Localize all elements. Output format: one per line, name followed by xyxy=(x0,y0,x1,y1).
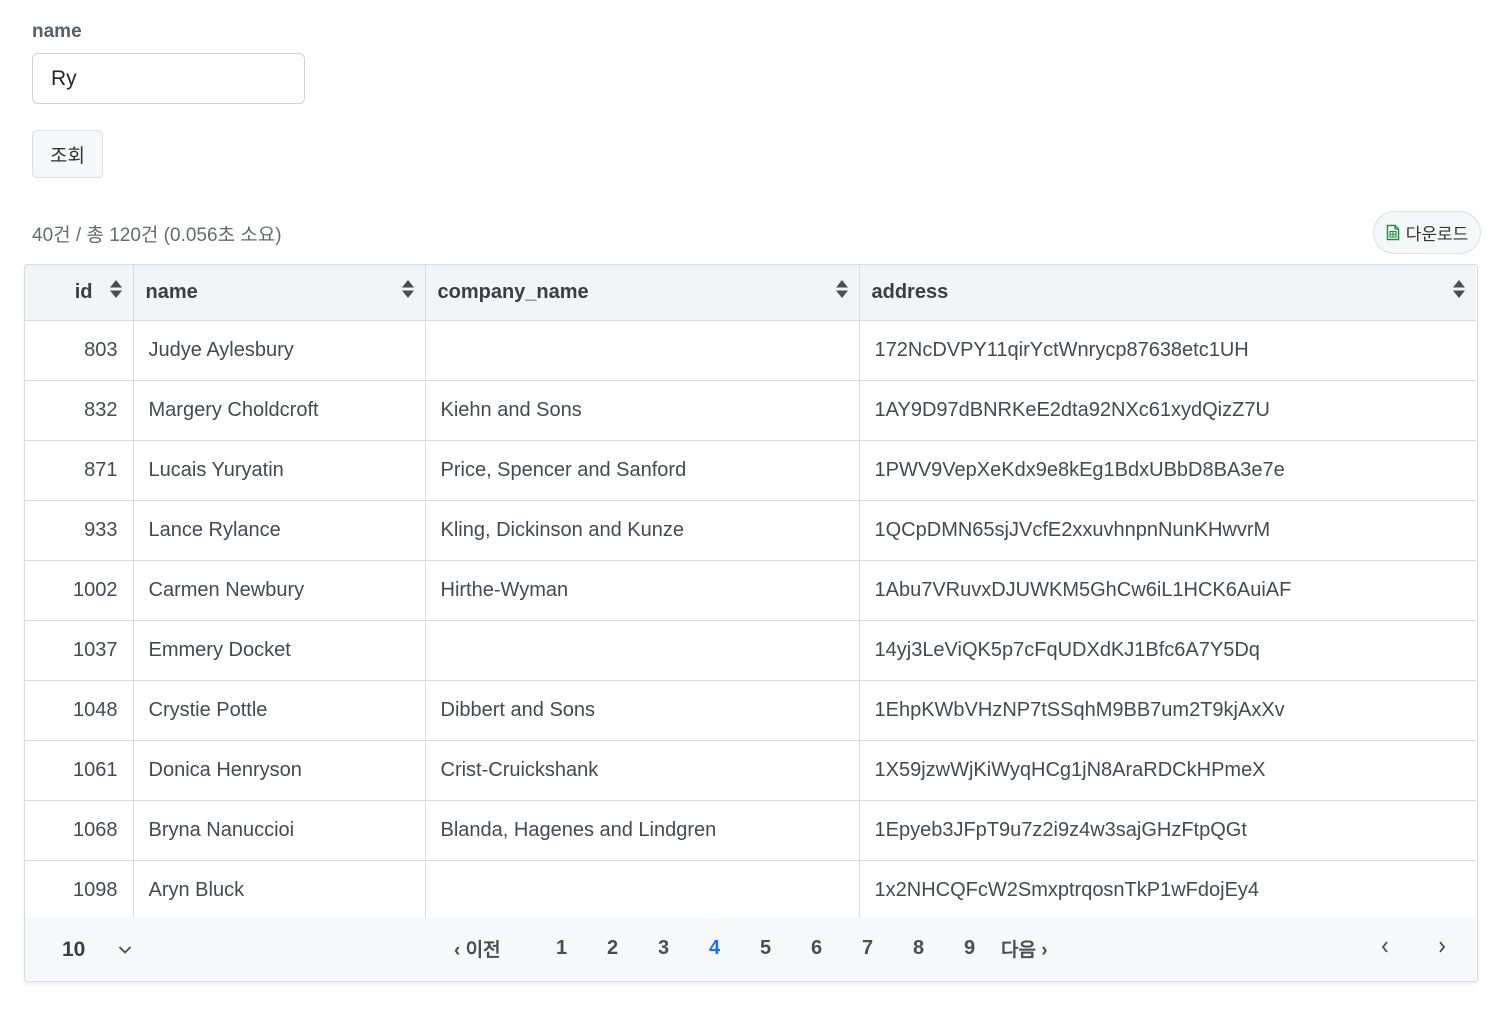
chevron-right-icon[interactable] xyxy=(1437,939,1447,960)
cell-name: Lance Rylance xyxy=(133,500,426,561)
sort-icon[interactable] xyxy=(401,279,415,305)
cell-company-name xyxy=(425,860,860,921)
page-button[interactable]: 5 xyxy=(740,937,791,960)
page-button[interactable]: 8 xyxy=(893,937,944,960)
page-button[interactable]: 7 xyxy=(842,937,893,960)
table-row[interactable]: 1098 Aryn Bluck 1x2NHCQFcW2SmxptrqosnTkP… xyxy=(25,860,1476,921)
cell-id: 1068 xyxy=(25,800,134,861)
table-row[interactable]: 1002 Carmen Newbury Hirthe-Wyman 1Abu7VR… xyxy=(25,560,1476,621)
sort-icon[interactable] xyxy=(1452,279,1466,305)
cell-company-name: Price, Spencer and Sanford xyxy=(425,440,860,501)
page-button-current[interactable]: 4 xyxy=(689,937,740,960)
cell-address: 1QCpDMN65sjJVcfE2xxuvhnpnNunKHwvrM xyxy=(859,500,1476,561)
pagination: ‹ 이전 1 2 3 4 5 6 7 8 9 다음 › xyxy=(452,935,1059,962)
sort-icon[interactable] xyxy=(835,279,849,305)
cell-name: Donica Henryson xyxy=(133,740,426,801)
cell-company-name: Kling, Dickinson and Kunze xyxy=(425,500,860,561)
name-filter-label: name xyxy=(32,21,82,42)
column-header-id[interactable]: id xyxy=(25,265,134,321)
sort-icon[interactable] xyxy=(109,279,123,305)
cell-company-name: Hirthe-Wyman xyxy=(425,560,860,621)
table-row[interactable]: 1037 Emmery Docket 14yj3LeViQK5p7cFqUDXd… xyxy=(25,620,1476,681)
data-grid: id name company_name address 803 Judye A… xyxy=(24,264,1478,982)
cell-address: 172NcDVPY11qirYctWnrycp87638etc1UH xyxy=(859,320,1476,381)
table-row[interactable]: 871 Lucais Yuryatin Price, Spencer and S… xyxy=(25,440,1476,501)
cell-company-name: Kiehn and Sons xyxy=(425,380,860,441)
cell-address: 1x2NHCQFcW2SmxptrqosnTkP1wFdojEy4 xyxy=(859,860,1476,921)
download-button-label: 다운로드 xyxy=(1405,225,1469,244)
cell-name: Aryn Bluck xyxy=(133,860,426,921)
table-row[interactable]: 803 Judye Aylesbury 172NcDVPY11qirYctWnr… xyxy=(25,320,1476,381)
cell-id: 1048 xyxy=(25,680,134,741)
cell-name: Judye Aylesbury xyxy=(133,320,426,381)
cell-address: 1X59jzwWjKiWyqHCg1jN8AraRDCkHPmeX xyxy=(859,740,1476,801)
cell-name: Crystie Pottle xyxy=(133,680,426,741)
cell-id: 1061 xyxy=(25,740,134,801)
page-button[interactable]: 1 xyxy=(536,937,587,960)
cell-name: Emmery Docket xyxy=(133,620,426,681)
cell-address: 1Epyeb3JFpT9u7z2i9z4w3sajGHzFtpQGt xyxy=(859,800,1476,861)
cell-id: 803 xyxy=(25,320,134,381)
cell-address: 1AY9D97dBNRKeE2dta92NXc61xydQizZ7U xyxy=(859,380,1476,441)
cell-address: 14yj3LeViQK5p7cFqUDXdKJ1Bfc6A7Y5Dq xyxy=(859,620,1476,681)
cell-id: 1002 xyxy=(25,560,134,621)
table-row[interactable]: 1068 Bryna Nanuccioi Blanda, Hagenes and… xyxy=(25,800,1476,861)
column-header-company-name[interactable]: company_name xyxy=(425,265,860,321)
page-button[interactable]: 3 xyxy=(638,937,689,960)
chevron-left-icon[interactable] xyxy=(1380,939,1390,960)
table-row[interactable]: 1061 Donica Henryson Crist-Cruickshank 1… xyxy=(25,740,1476,801)
cell-id: 832 xyxy=(25,380,134,441)
prev-page-button[interactable]: ‹ 이전 xyxy=(452,935,536,962)
chevron-down-icon[interactable] xyxy=(118,942,132,960)
page-button[interactable]: 2 xyxy=(587,937,638,960)
cell-company-name: Dibbert and Sons xyxy=(425,680,860,741)
cell-id: 1037 xyxy=(25,620,134,681)
cell-address: 1Abu7VRuvxDJUWKM5GhCw6iL1HCK6AuiAF xyxy=(859,560,1476,621)
name-filter-input[interactable] xyxy=(32,53,305,104)
spreadsheet-file-icon xyxy=(1386,224,1400,241)
cell-company-name: Blanda, Hagenes and Lindgren xyxy=(425,800,860,861)
page-button[interactable]: 9 xyxy=(944,937,995,960)
page-size-select[interactable]: 10 xyxy=(62,938,85,962)
cell-company-name: Crist-Cruickshank xyxy=(425,740,860,801)
download-button[interactable]: 다운로드 xyxy=(1373,211,1481,254)
table-row[interactable]: 1048 Crystie Pottle Dibbert and Sons 1Eh… xyxy=(25,680,1476,741)
cell-name: Margery Choldcroft xyxy=(133,380,426,441)
search-button[interactable]: 조회 xyxy=(32,130,103,178)
cell-name: Bryna Nanuccioi xyxy=(133,800,426,861)
column-header-address[interactable]: address xyxy=(859,265,1476,321)
table-header-row: id name company_name address xyxy=(25,265,1476,321)
cell-name: Lucais Yuryatin xyxy=(133,440,426,501)
next-page-button[interactable]: 다음 › xyxy=(995,935,1059,962)
column-header-name[interactable]: name xyxy=(133,265,426,321)
results-table: id name company_name address 803 Judye A… xyxy=(25,265,1476,921)
result-count-text: 40건 / 총 120건 (0.056초 소요) xyxy=(32,225,282,246)
pagination-bar: 10 ‹ 이전 1 2 3 4 5 6 7 8 9 다음 › xyxy=(25,918,1476,980)
cell-id: 933 xyxy=(25,500,134,561)
page-button[interactable]: 6 xyxy=(791,937,842,960)
table-row[interactable]: 832 Margery Choldcroft Kiehn and Sons 1A… xyxy=(25,380,1476,441)
cell-id: 1098 xyxy=(25,860,134,921)
cell-company-name xyxy=(425,320,860,381)
cell-address: 1EhpKWbVHzNP7tSSqhM9BB7um2T9kjAxXv xyxy=(859,680,1476,741)
table-row[interactable]: 933 Lance Rylance Kling, Dickinson and K… xyxy=(25,500,1476,561)
cell-company-name xyxy=(425,620,860,681)
cell-address: 1PWV9VepXeKdx9e8kEg1BdxUBbD8BA3e7e xyxy=(859,440,1476,501)
cell-name: Carmen Newbury xyxy=(133,560,426,621)
cell-id: 871 xyxy=(25,440,134,501)
